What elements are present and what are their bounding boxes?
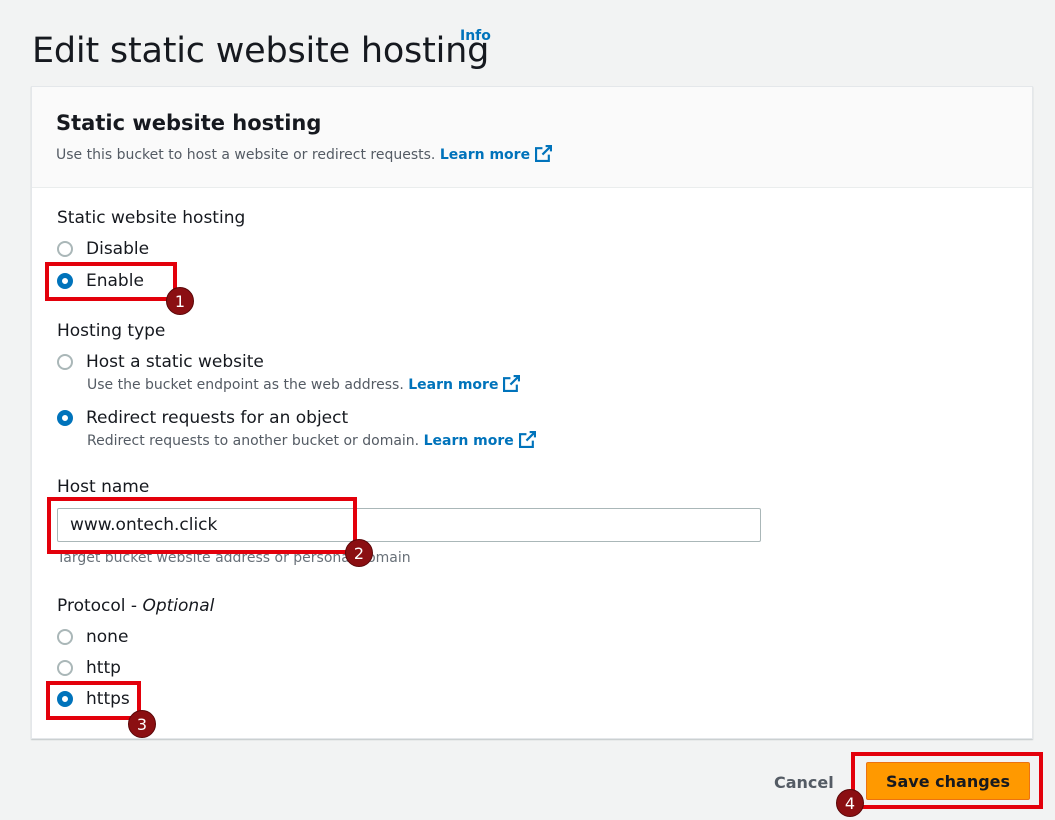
radio-host-static-label: Host a static website (86, 352, 264, 372)
radio-disable-label: Disable (86, 239, 150, 259)
step-badge-4: 4 (836, 789, 864, 817)
radio-protocol-https-control[interactable] (57, 691, 73, 707)
external-link-icon (518, 431, 536, 448)
protocol-label-text: Protocol - (57, 596, 143, 616)
radio-disable-control[interactable] (57, 241, 73, 257)
radio-redirect[interactable]: Redirect requests for an object (57, 408, 348, 428)
radio-protocol-none-control[interactable] (57, 629, 73, 645)
radio-enable-control[interactable] (57, 273, 73, 289)
radio-protocol-https[interactable]: https (57, 689, 130, 709)
learn-more-label: Learn more (423, 433, 514, 449)
static-hosting-panel: Static website hosting Use this bucket t… (31, 86, 1033, 739)
radio-protocol-http-label: http (86, 658, 121, 678)
protocol-label: Protocol - Optional (57, 596, 214, 616)
save-changes-button[interactable]: Save changes (866, 762, 1030, 800)
protocol-optional-text: Optional (142, 596, 215, 616)
host-name-label: Host name (57, 477, 150, 497)
page-title: Edit static website hosting (32, 31, 490, 72)
host-name-input[interactable] (57, 508, 761, 542)
step-badge-3: 3 (128, 710, 156, 738)
cancel-button[interactable]: Cancel (762, 766, 846, 798)
radio-host-static-control[interactable] (57, 354, 73, 370)
radio-protocol-none[interactable]: none (57, 627, 128, 647)
redirect-learn-more-link[interactable]: Learn more (423, 431, 536, 449)
radio-disable[interactable]: Disable (57, 239, 149, 259)
external-link-icon (535, 145, 553, 162)
step-badge-1: 1 (166, 287, 194, 315)
learn-more-label: Learn more (439, 147, 531, 163)
panel-header: Static website hosting Use this bucket t… (32, 87, 1032, 188)
step-badge-2: 2 (345, 539, 373, 567)
learn-more-link[interactable]: Learn more (439, 145, 553, 163)
external-link-icon (503, 375, 521, 392)
radio-protocol-http-control[interactable] (57, 660, 73, 676)
hosting-type-label: Hosting type (57, 321, 166, 341)
hosting-label: Static website hosting (57, 208, 246, 228)
radio-host-static[interactable]: Host a static website (57, 352, 264, 372)
radio-enable[interactable]: Enable (57, 271, 144, 291)
panel-description: Use this bucket to host a website or red… (56, 145, 553, 163)
redirect-description: Redirect requests to another bucket or d… (87, 431, 536, 449)
info-link[interactable]: Info (460, 28, 491, 44)
host-static-description: Use the bucket endpoint as the web addre… (87, 375, 521, 393)
radio-redirect-label: Redirect requests for an object (86, 408, 349, 428)
radio-redirect-control[interactable] (57, 410, 73, 426)
host-static-learn-more-link[interactable]: Learn more (408, 375, 521, 393)
host-static-description-text: Use the bucket endpoint as the web addre… (87, 377, 404, 393)
radio-protocol-https-label: https (86, 689, 130, 709)
panel-title: Static website hosting (56, 111, 322, 135)
redirect-description-text: Redirect requests to another bucket or d… (87, 433, 420, 449)
panel-description-text: Use this bucket to host a website or red… (56, 147, 436, 163)
radio-enable-label: Enable (86, 271, 144, 291)
learn-more-label: Learn more (408, 377, 499, 393)
radio-protocol-none-label: none (86, 627, 129, 647)
radio-protocol-http[interactable]: http (57, 658, 121, 678)
